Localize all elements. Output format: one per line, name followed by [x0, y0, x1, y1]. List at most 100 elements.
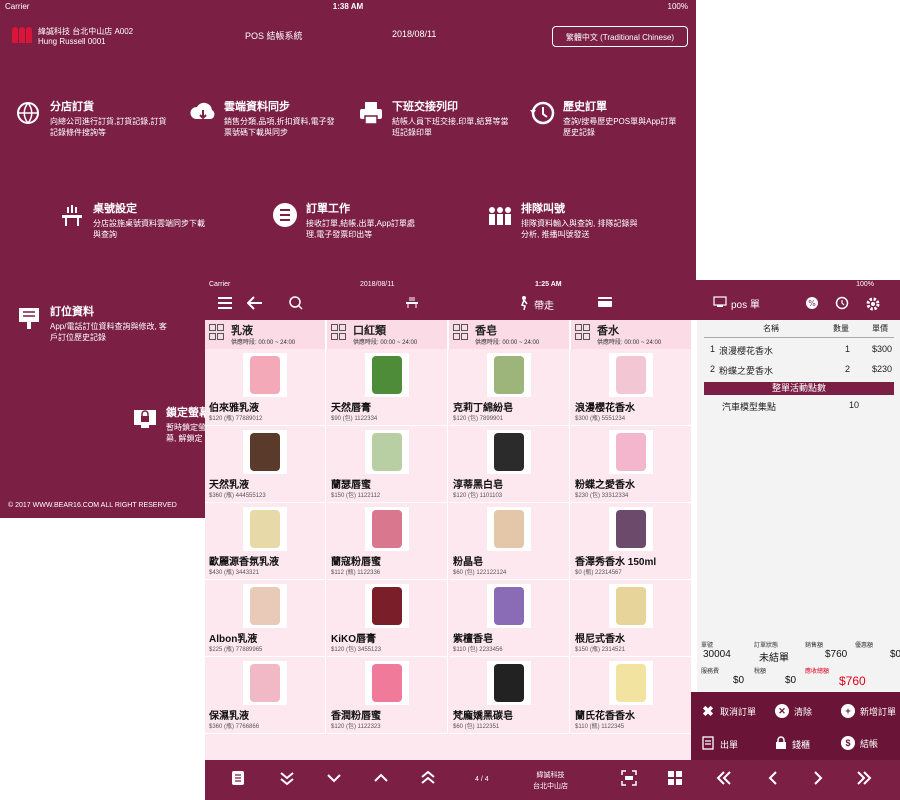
product-cell[interactable]: 粉晶皂 $60 (包) 122122124	[449, 503, 570, 580]
takeout-button[interactable]: 帶走	[518, 296, 554, 313]
checkbox-icon	[217, 324, 224, 331]
print-receipt-button[interactable]: 出單	[701, 736, 738, 752]
receivable-value: $760	[839, 674, 866, 688]
product-cell[interactable]: 蘭氏花香香水 $110 (瓶) 1122345	[571, 657, 691, 734]
menu-desc: 分店設施桌號資料雲端同步下載與查詢	[93, 219, 205, 239]
menu-title: 下班交接列印	[392, 101, 458, 113]
product-cell[interactable]: 根尼式香水 $150 (瓶) 2314521	[571, 580, 691, 657]
menu-branch-order[interactable]: 分店訂貨 向總公司進行訂貨,訂貨記錄,訂貨記錄條件搜詢等	[14, 98, 168, 138]
menu-cloud-sync[interactable]: 雲端資料同步 銷售分類,品項,折扣資料,電子發票號碼下載與同步	[188, 98, 342, 138]
discount-icon[interactable]: %	[805, 296, 819, 310]
category-header-lotion[interactable]: 乳液 供應時段: 00:00 ~ 24:00	[205, 320, 326, 349]
product-price-code: $230 (包) 33312334	[575, 493, 629, 499]
menu-title: 鎖定螢幕	[166, 407, 210, 419]
order-line[interactable]: 1 浪漫櫻花香水 1 $300	[697, 342, 900, 356]
category-hours: 供應時段: 00:00 ~ 24:00	[475, 340, 540, 346]
product-cell[interactable]: 歐麗源香氛乳液 $430 (瓶) 3443321	[205, 503, 326, 580]
scroll-up-icon[interactable]	[373, 770, 389, 791]
new-order-button[interactable]: + 新增訂單	[841, 704, 896, 718]
table-icon	[57, 200, 87, 230]
order-totals: 單號 30004 訂單狀態 未結單 銷售額 $760 優惠額 $0 服務費 $0…	[697, 636, 900, 692]
product-cell[interactable]: 紫檀香皂 $110 (包) 2233456	[449, 580, 570, 657]
next-page-icon[interactable]	[810, 770, 826, 791]
menu-table-settings[interactable]: 桌號設定 分店設施桌號資料雲端同步下載與查詢	[57, 200, 211, 240]
grid-view-icon[interactable]	[667, 770, 683, 791]
product-price-code: $300 (瓶) 5551234	[575, 416, 626, 422]
order-line-index: 2	[710, 364, 716, 374]
scroll-top-icon[interactable]	[420, 770, 436, 791]
order-col-qty: 數量	[833, 324, 849, 333]
action-label: 取消訂單	[720, 706, 757, 717]
product-cell[interactable]: 浪漫櫻花香水 $300 (瓶) 5551234	[571, 349, 691, 426]
category-name: 香皂	[475, 325, 497, 337]
product-cell[interactable]: 天然唇膏 $90 (包) 1122334	[327, 349, 448, 426]
settings-gear-icon[interactable]	[865, 296, 881, 312]
search-icon[interactable]	[289, 296, 303, 310]
order-line-price: $230	[872, 364, 893, 374]
product-image	[609, 507, 653, 551]
product-cell[interactable]: KiKO唇膏 $120 (包) 3455123	[327, 580, 448, 657]
menu-lock-screen[interactable]: 鎖定螢幕 暫時鎖定螢幕, 解鎖定	[130, 404, 210, 444]
tax-value: $0	[785, 675, 797, 686]
action-label: 清除	[794, 706, 813, 717]
cash-drawer-icon	[775, 736, 787, 752]
cancel-order-button[interactable]: ✖ 取消訂單	[701, 704, 756, 718]
menu-title: 歷史訂單	[563, 101, 607, 113]
status-bar: Carrier 1:38 AM 100%	[0, 0, 696, 14]
product-name: 伯來雅乳液	[209, 403, 259, 414]
language-button[interactable]: 繁體中文 (Traditional Chinese)	[552, 26, 688, 47]
menu-order-work[interactable]: 訂單工作 接收訂單,結帳,出單,App訂單處理,電子發票印出等	[270, 200, 424, 240]
order-list-icon[interactable]	[231, 770, 245, 791]
scroll-down-icon[interactable]	[326, 770, 342, 791]
pos-order-button[interactable]: pos 單	[713, 296, 760, 311]
history-icon[interactable]	[835, 296, 849, 310]
product-cell[interactable]: 保濕乳液 $360 (瓶) 7766866	[205, 657, 326, 734]
product-cell[interactable]: 克莉丁綿紛皂 $120 (包) 7899901	[449, 349, 570, 426]
product-price-code: $360 (瓶) 444555123	[209, 493, 266, 499]
checkbox-icon	[339, 324, 346, 331]
product-cell[interactable]: 蘭瑟唇蜜 $150 (包) 1122112	[327, 426, 448, 503]
product-cell[interactable]: 梵龐嬌黑碳皂 $60 (包) 1122351	[449, 657, 570, 734]
cash-drawer-button[interactable]: 錢櫃	[775, 736, 810, 752]
product-name: 香澤秀香水 150ml	[575, 557, 657, 568]
fullscreen-icon[interactable]	[621, 770, 637, 791]
checkbox-icon	[339, 333, 346, 340]
scroll-bottom-icon[interactable]	[279, 770, 295, 791]
category-header-perfume[interactable]: 香水 供應時段: 00:00 ~ 24:00	[571, 320, 692, 349]
menu-title: 訂單工作	[306, 203, 350, 215]
card-icon[interactable]	[597, 296, 613, 308]
first-page-icon[interactable]	[715, 770, 733, 791]
category-name: 香水	[597, 325, 619, 337]
product-cell[interactable]: 蘭寇粉唇蜜 $112 (瓶) 1122336	[327, 503, 448, 580]
svg-text:%: %	[808, 299, 816, 308]
product-price-code: $110 (包) 2233456	[453, 647, 503, 653]
product-cell[interactable]: 伯來雅乳液 $120 (瓶) 77889012	[205, 349, 326, 426]
product-cell[interactable]: 粉蝶之愛香水 $230 (包) 33312334	[571, 426, 691, 503]
menu-order-history[interactable]: 歷史訂單 查詢/搜尋歷史POS單與App訂單歷史記錄	[527, 98, 681, 138]
prev-page-icon[interactable]	[765, 770, 781, 791]
menu-icon[interactable]	[217, 296, 233, 310]
queue-icon	[485, 200, 515, 230]
product-grid: 伯來雅乳液 $120 (瓶) 77889012 天然唇膏 $90 (包) 112233…	[205, 349, 691, 760]
checkbox-icon	[209, 333, 216, 340]
product-cell[interactable]: 天然乳液 $360 (瓶) 444555123	[205, 426, 326, 503]
product-name: 粉蝶之愛香水	[575, 480, 635, 491]
menu-shift-print[interactable]: 下班交接列印 結帳人員下班交接,印單,結算等當班記錄印單	[356, 98, 510, 138]
menu-reservations[interactable]: 訂位資料 App/電話訂位資料查詢與修改, 客戶訂位歷史記錄	[14, 303, 168, 343]
product-cell[interactable]: 香澤秀香水 150ml $0 (瓶) 22314567	[571, 503, 691, 580]
product-cell[interactable]: 淳蒂黑白皂 $120 (包) 1101103	[449, 426, 570, 503]
order-line[interactable]: 2 粉蝶之愛香水 2 $230	[697, 362, 900, 376]
clear-button[interactable]: ✕ 清除	[775, 704, 812, 718]
menu-queue-number[interactable]: 排隊叫號 排隊資料輸入與查詢, 排隊記錄與分析, 推播叫號發送	[485, 200, 639, 240]
product-cell[interactable]: 香潤粉唇蜜 $120 (包) 1122323	[327, 657, 448, 734]
page-indicator: 4 / 4	[475, 776, 489, 783]
product-image	[609, 661, 653, 705]
category-header-soap[interactable]: 香皂 供應時段: 00:00 ~ 24:00	[449, 320, 570, 349]
dine-in-table-icon[interactable]	[405, 296, 419, 308]
checkout-button[interactable]: $ 結帳	[841, 736, 878, 750]
back-arrow-icon[interactable]	[247, 296, 263, 310]
category-header-lipstick[interactable]: 口紅類 供應時段: 00:00 ~ 24:00	[327, 320, 448, 349]
checkbox-icon	[575, 324, 582, 331]
product-cell[interactable]: Albon乳液 $225 (瓶) 77889965	[205, 580, 326, 657]
last-page-icon[interactable]	[855, 770, 873, 791]
